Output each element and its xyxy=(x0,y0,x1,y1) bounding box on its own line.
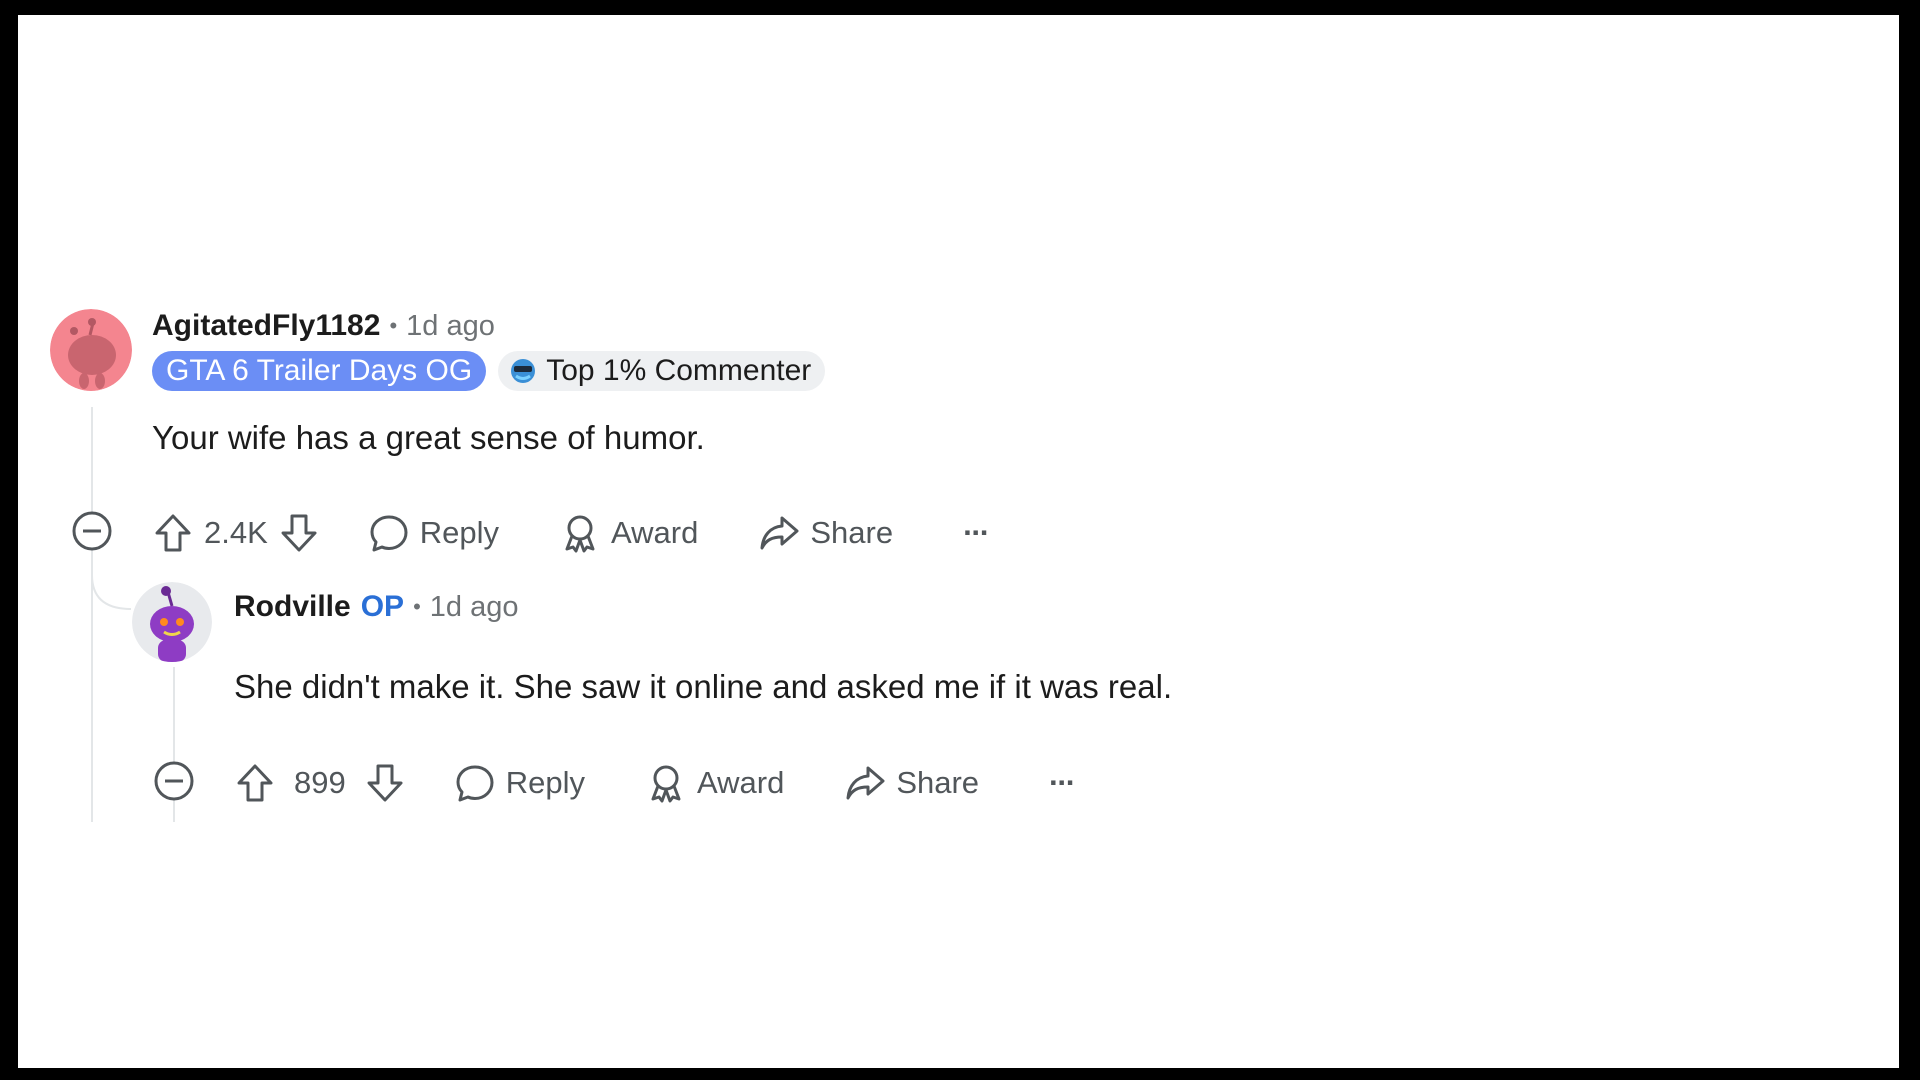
share-label: Share xyxy=(810,515,894,550)
user-flair: GTA 6 Trailer Days OG xyxy=(152,351,487,391)
vote-group: 899 xyxy=(234,762,406,804)
downvote-icon[interactable] xyxy=(278,512,320,554)
comment-body: Your wife has a great sense of humor. xyxy=(152,419,705,456)
award-label: Award xyxy=(697,765,785,800)
user-flairs: GTA 6 Trailer Days OG Top 1% Commenter xyxy=(152,351,826,391)
collapse-icon[interactable] xyxy=(70,509,114,553)
commenter-badge-icon xyxy=(511,359,536,383)
comment-actions: 899 Reply Award Share ··· xyxy=(234,760,1076,806)
more-options-icon: ··· xyxy=(1049,765,1076,800)
comment-thread-panel: AgitatedFly1182 • 1d ago GTA 6 Trailer D… xyxy=(18,15,1899,1068)
award-label: Award xyxy=(611,515,699,550)
reply-icon xyxy=(456,765,494,802)
avatar[interactable] xyxy=(50,309,132,391)
comment-meta: Rodville OP • 1d ago xyxy=(234,590,518,624)
timestamp[interactable]: 1d ago xyxy=(406,310,495,343)
share-label: Share xyxy=(896,765,980,800)
share-button[interactable]: Share xyxy=(758,512,893,554)
award-button[interactable]: Award xyxy=(559,512,698,554)
share-icon xyxy=(846,766,885,800)
separator-dot: • xyxy=(389,313,398,338)
comment-meta: AgitatedFly1182 • 1d ago xyxy=(152,309,495,343)
username[interactable]: AgitatedFly1182 xyxy=(152,309,380,343)
vote-group: 2.4K xyxy=(152,512,320,554)
downvote-icon[interactable] xyxy=(364,762,406,804)
reply-icon xyxy=(370,515,408,552)
more-options-icon: ··· xyxy=(963,515,990,550)
share-icon xyxy=(760,516,799,550)
username[interactable]: Rodville xyxy=(234,590,351,624)
more-options-button[interactable]: ··· xyxy=(1049,765,1076,801)
reply-button[interactable]: Reply xyxy=(454,762,585,804)
comment-actions: 2.4K Reply Award Share ··· xyxy=(152,510,990,556)
timestamp[interactable]: 1d ago xyxy=(430,591,519,624)
op-badge: OP xyxy=(360,590,405,623)
achievement-badge[interactable]: Top 1% Commenter xyxy=(498,351,826,391)
upvote-icon[interactable] xyxy=(152,512,194,554)
reply-label: Reply xyxy=(419,515,500,550)
award-icon xyxy=(565,515,595,553)
comment-body: She didn't make it. She saw it online an… xyxy=(234,668,1173,705)
vote-count: 899 xyxy=(294,765,346,800)
award-button[interactable]: Award xyxy=(645,762,784,804)
reply-button[interactable]: Reply xyxy=(368,512,499,554)
award-icon xyxy=(651,765,681,803)
separator-dot: • xyxy=(413,594,421,619)
avatar[interactable] xyxy=(132,582,212,662)
collapse-icon[interactable] xyxy=(152,759,196,803)
achievement-label: Top 1% Commenter xyxy=(546,354,812,387)
vote-count: 2.4K xyxy=(204,515,268,550)
share-button[interactable]: Share xyxy=(844,762,979,804)
reply-label: Reply xyxy=(505,765,585,800)
more-options-button[interactable]: ··· xyxy=(963,515,990,551)
upvote-icon[interactable] xyxy=(234,762,276,804)
